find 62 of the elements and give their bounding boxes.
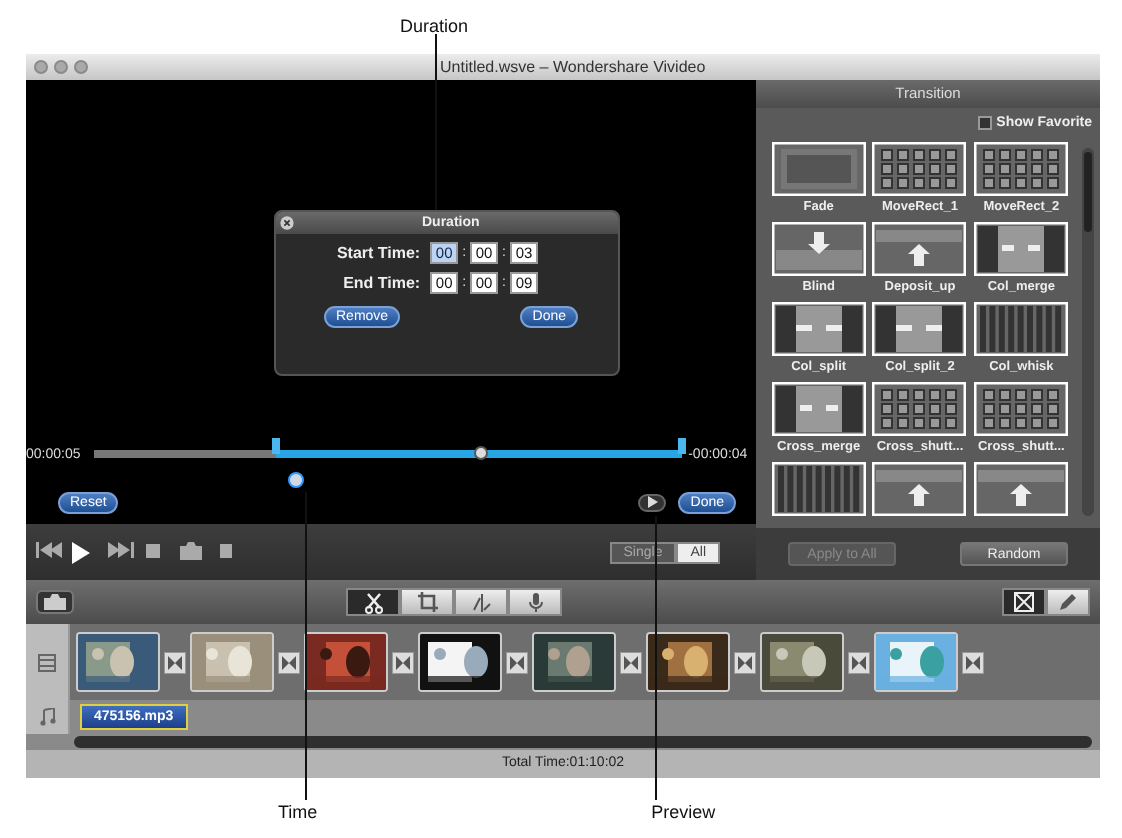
- transition-thumbnail-icon: [771, 222, 866, 276]
- pencil-view-button[interactable]: [1046, 588, 1090, 616]
- callout-label: Duration: [400, 16, 469, 36]
- transition-icon[interactable]: [734, 651, 756, 673]
- bowtie-icon: [1014, 592, 1034, 612]
- trim-handle[interactable]: [678, 437, 687, 453]
- checkbox[interactable]: [978, 115, 993, 129]
- mic-tool-button[interactable]: [508, 588, 562, 616]
- trim-slider[interactable]: [93, 437, 683, 459]
- effect-icon: [471, 591, 491, 613]
- transition-icon[interactable]: [848, 651, 870, 673]
- transition-icon[interactable]: [278, 651, 300, 673]
- crop-icon: [417, 591, 437, 613]
- time-knob[interactable]: [288, 472, 305, 488]
- transition-thumbnail-icon: [872, 222, 967, 276]
- trim-handle[interactable]: [272, 437, 281, 453]
- transition-thumbnail-icon: [872, 142, 967, 196]
- scissors-icon: [363, 591, 383, 613]
- film-icon: [38, 653, 56, 671]
- transition-thumbnail-icon: [771, 302, 866, 356]
- scrollbar[interactable]: [1082, 148, 1094, 516]
- transition-thumbnail-icon: [872, 382, 967, 436]
- scissors-tool-button[interactable]: [346, 588, 400, 616]
- transition-thumbnail-icon: [974, 302, 1069, 356]
- camera-button[interactable]: [36, 590, 74, 614]
- transition-thumbnail-icon: [771, 382, 866, 436]
- transition-item[interactable]: [768, 462, 870, 516]
- transition-thumbnail-icon: [974, 222, 1069, 276]
- camera-icon: [44, 594, 66, 610]
- mic-icon: [525, 591, 545, 613]
- playhead-knob[interactable]: [473, 445, 488, 459]
- pencil-icon: [1058, 592, 1078, 612]
- crop-tool-button[interactable]: [400, 588, 454, 616]
- scrollbar[interactable]: [74, 736, 1092, 748]
- transition-icon[interactable]: [620, 651, 642, 673]
- callout-label: Time: [278, 802, 318, 826]
- transition-thumbnail-icon: [872, 302, 967, 356]
- transition-icon[interactable]: [962, 651, 984, 673]
- play-icon: [644, 496, 661, 508]
- music-note-icon: [39, 708, 55, 726]
- window-title: Untitled.wsve – Wondershare Vivideo: [440, 58, 706, 76]
- field-label: End Time:: [343, 274, 421, 292]
- transition-thumbnail-icon: [771, 142, 866, 196]
- transition-thumbnail-icon: [974, 462, 1069, 516]
- transition-thumbnail-icon: [974, 382, 1069, 436]
- preview-button[interactable]: [638, 493, 667, 511]
- skip-forward-icon[interactable]: [108, 541, 134, 563]
- camera-icon[interactable]: [180, 541, 206, 563]
- transition-icon[interactable]: [392, 651, 414, 673]
- transition-item[interactable]: [869, 462, 971, 516]
- transition-icon[interactable]: [164, 651, 186, 673]
- field-label: Start Time:: [336, 244, 421, 262]
- transition-item[interactable]: [970, 462, 1072, 516]
- transition-view-button[interactable]: [1002, 588, 1046, 616]
- effect-tool-button[interactable]: [454, 588, 508, 616]
- skip-back-icon[interactable]: [36, 541, 62, 563]
- transition-icon[interactable]: [506, 651, 528, 673]
- callout-label: Preview: [651, 802, 716, 826]
- close-icon[interactable]: [280, 216, 294, 230]
- transition-thumbnail-icon: [872, 462, 967, 516]
- transition-thumbnail-icon: [974, 142, 1069, 196]
- transition-thumbnail-icon: [771, 462, 866, 516]
